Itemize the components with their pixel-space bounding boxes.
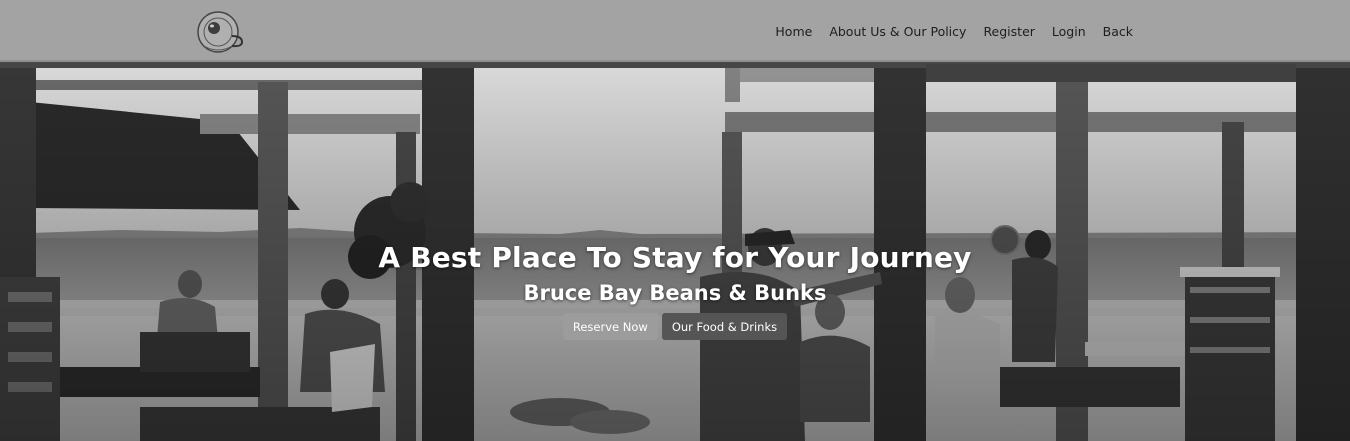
nav-back[interactable]: Back: [1103, 24, 1133, 39]
hero-buttons: Reserve Now Our Food & Drinks: [0, 313, 1350, 340]
navbar: Home About Us & Our Policy Register Logi…: [0, 0, 1350, 62]
hero-title: A Best Place To Stay for Your Journey: [378, 241, 972, 274]
nav-home[interactable]: Home: [775, 24, 812, 39]
food-drinks-button[interactable]: Our Food & Drinks: [661, 313, 788, 340]
nav-login[interactable]: Login: [1052, 24, 1086, 39]
hero-banner: A Best Place To Stay for Your Journey Br…: [0, 62, 1350, 441]
main-nav: Home About Us & Our Policy Register Logi…: [775, 0, 1133, 62]
hero-subtitle: Bruce Bay Beans & Bunks: [523, 281, 827, 305]
nav-register[interactable]: Register: [983, 24, 1034, 39]
hero-content: A Best Place To Stay for Your Journey Br…: [0, 241, 1350, 340]
nav-about-policy[interactable]: About Us & Our Policy: [829, 24, 966, 39]
reserve-now-button[interactable]: Reserve Now: [562, 313, 658, 340]
coffee-logo-icon[interactable]: [194, 10, 246, 54]
